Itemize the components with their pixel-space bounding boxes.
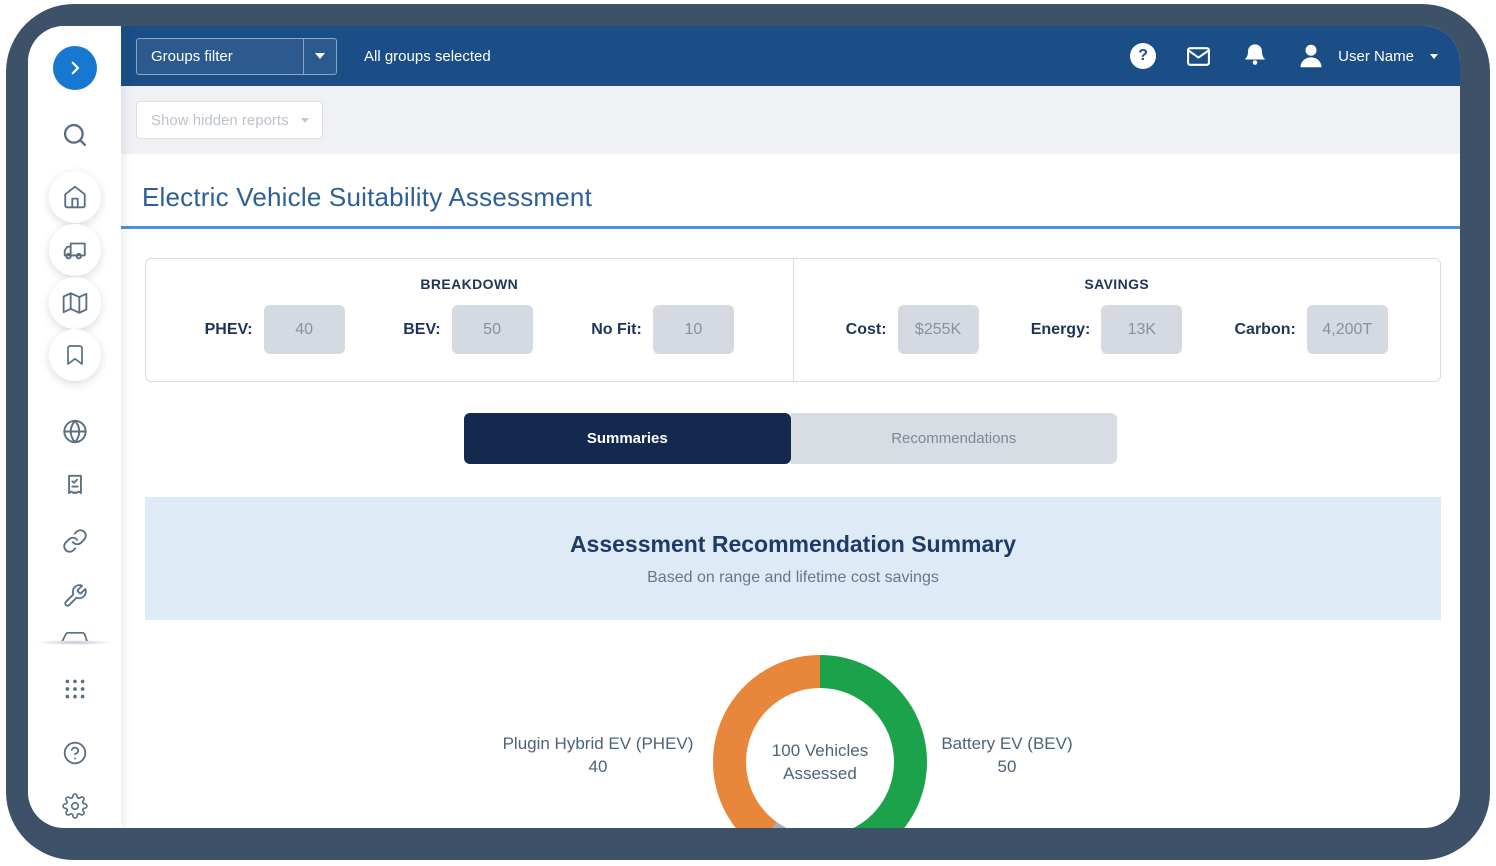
donut-center-line1: 100 Vehicles: [772, 739, 868, 762]
globe-icon: [61, 418, 88, 445]
user-menu[interactable]: User Name: [1296, 41, 1438, 71]
user-avatar-icon: [1296, 41, 1326, 71]
stage: Groups filter All groups selected ?: [0, 0, 1496, 866]
summary-panels: BREAKDOWN PHEV: 40 BEV: 50 No Fi: [145, 258, 1441, 382]
stat-value: 4,200T: [1307, 305, 1388, 354]
sidebar-item-apps[interactable]: [62, 676, 88, 702]
stat-bev: BEV: 50: [403, 305, 532, 354]
show-hidden-reports-dropdown[interactable]: Show hidden reports: [136, 101, 323, 139]
gear-icon: [62, 793, 88, 819]
sidebar-item-home[interactable]: [49, 171, 101, 223]
donut-center-label: 100 Vehicles Assessed: [746, 688, 894, 828]
map-icon: [62, 290, 88, 316]
sidebar-item-map[interactable]: [49, 277, 101, 329]
sidebar: [28, 26, 121, 828]
sidebar-expand-button[interactable]: [53, 46, 97, 90]
stat-label: PHEV:: [205, 321, 253, 339]
stat-cost: Cost: $255K: [846, 305, 979, 354]
report-receipt-icon: [62, 472, 88, 498]
user-name-text: User Name: [1338, 48, 1414, 65]
search-icon: [61, 121, 89, 149]
chart-area: Plugin Hybrid EV (PHEV) 40 100 Vehicles …: [121, 620, 1460, 828]
help-button[interactable]: ?: [1130, 43, 1156, 69]
stat-carbon: Carbon: 4,200T: [1234, 305, 1387, 354]
breakdown-panel: BREAKDOWN PHEV: 40 BEV: 50 No Fi: [146, 259, 793, 381]
report-content: Electric Vehicle Suitability Assessment …: [121, 154, 1460, 828]
summary-title: Assessment Recommendation Summary: [570, 531, 1016, 558]
report-toolbar: Show hidden reports: [121, 86, 1460, 154]
savings-title: SAVINGS: [794, 276, 1441, 292]
help-circle-icon: [62, 740, 88, 766]
sidebar-item-integrations[interactable]: [62, 528, 88, 554]
groups-status-text: All groups selected: [364, 48, 491, 65]
help-icon: ?: [1130, 43, 1156, 69]
chart-label-phev: Plugin Hybrid EV (PHEV) 40: [468, 732, 728, 778]
user-chevron-down-icon: [1430, 54, 1438, 59]
sidebar-item-search[interactable]: [61, 121, 89, 149]
chart-label-bev: Battery EV (BEV) 50: [907, 732, 1107, 778]
stat-value: 50: [452, 305, 533, 354]
view-tabs: Summaries Recommendations: [464, 413, 1117, 464]
sidebar-item-help[interactable]: [62, 740, 88, 766]
link-icon: [62, 528, 88, 554]
summary-banner: Assessment Recommendation Summary Based …: [145, 497, 1441, 620]
chart-label-title: Plugin Hybrid EV (PHEV): [468, 732, 728, 755]
chart-label-title: Battery EV (BEV): [907, 732, 1107, 755]
stat-value: 13K: [1101, 305, 1182, 354]
stat-nofit: No Fit: 10: [591, 305, 734, 354]
title-divider: [121, 226, 1460, 229]
stat-energy: Energy: 13K: [1031, 305, 1183, 354]
sidebar-item-bookmarks[interactable]: [49, 329, 101, 381]
chart-label-value: 40: [468, 755, 728, 778]
sidebar-fold-shadow: [36, 640, 113, 645]
page-title: Electric Vehicle Suitability Assessment: [142, 182, 592, 213]
bell-icon: [1241, 42, 1269, 70]
stat-value: $255K: [898, 305, 979, 354]
sidebar-item-globe[interactable]: [61, 418, 88, 445]
sidebar-item-vehicles[interactable]: [49, 224, 101, 276]
stat-label: Cost:: [846, 321, 887, 339]
truck-icon: [62, 237, 88, 263]
mail-button[interactable]: [1183, 44, 1214, 69]
stat-label: BEV:: [403, 321, 440, 339]
groups-filter-dropdown[interactable]: Groups filter: [136, 38, 337, 75]
bookmark-icon: [63, 343, 87, 367]
groups-filter-caret-button[interactable]: [304, 39, 336, 74]
sidebar-item-maintenance[interactable]: [62, 583, 88, 609]
groups-filter-label: Groups filter: [137, 39, 303, 74]
show-hidden-reports-label: Show hidden reports: [151, 112, 289, 129]
donut-center-line2: Assessed: [783, 762, 857, 785]
sidebar-item-reports[interactable]: [62, 472, 88, 498]
car-icon: [57, 626, 91, 641]
chart-label-value: 50: [907, 755, 1107, 778]
breakdown-row: PHEV: 40 BEV: 50 No Fit: 10: [146, 305, 793, 354]
chevron-down-icon: [315, 53, 325, 59]
tab-summaries[interactable]: Summaries: [464, 413, 791, 464]
mail-icon: [1183, 44, 1214, 69]
home-icon: [62, 184, 88, 210]
tab-recommendations[interactable]: Recommendations: [791, 413, 1118, 464]
app-window: Groups filter All groups selected ?: [28, 26, 1460, 828]
savings-panel: SAVINGS Cost: $255K Energy: 13K: [793, 259, 1441, 381]
sidebar-item-settings[interactable]: [62, 793, 88, 819]
chevron-down-icon: [301, 118, 309, 123]
wrench-icon: [62, 583, 88, 609]
top-bar: Groups filter All groups selected ?: [121, 26, 1460, 86]
donut-chart: 100 Vehicles Assessed: [713, 655, 927, 828]
stat-value: 40: [264, 305, 345, 354]
notifications-button[interactable]: [1241, 42, 1269, 70]
topbar-actions: ?: [1130, 41, 1438, 71]
apps-grid-icon: [62, 676, 88, 702]
stat-phev: PHEV: 40: [205, 305, 345, 354]
main-area: Groups filter All groups selected ?: [121, 26, 1460, 828]
sidebar-item-vehicle-peek[interactable]: [57, 626, 93, 641]
savings-row: Cost: $255K Energy: 13K Carbon: 4,200T: [794, 305, 1441, 354]
stat-value: 10: [653, 305, 734, 354]
breakdown-title: BREAKDOWN: [146, 276, 793, 292]
stat-label: No Fit:: [591, 321, 642, 339]
stat-label: Energy:: [1031, 321, 1091, 339]
summary-subtitle: Based on range and lifetime cost savings: [647, 569, 939, 587]
chevron-right-icon: [66, 59, 84, 77]
stat-label: Carbon:: [1234, 321, 1295, 339]
